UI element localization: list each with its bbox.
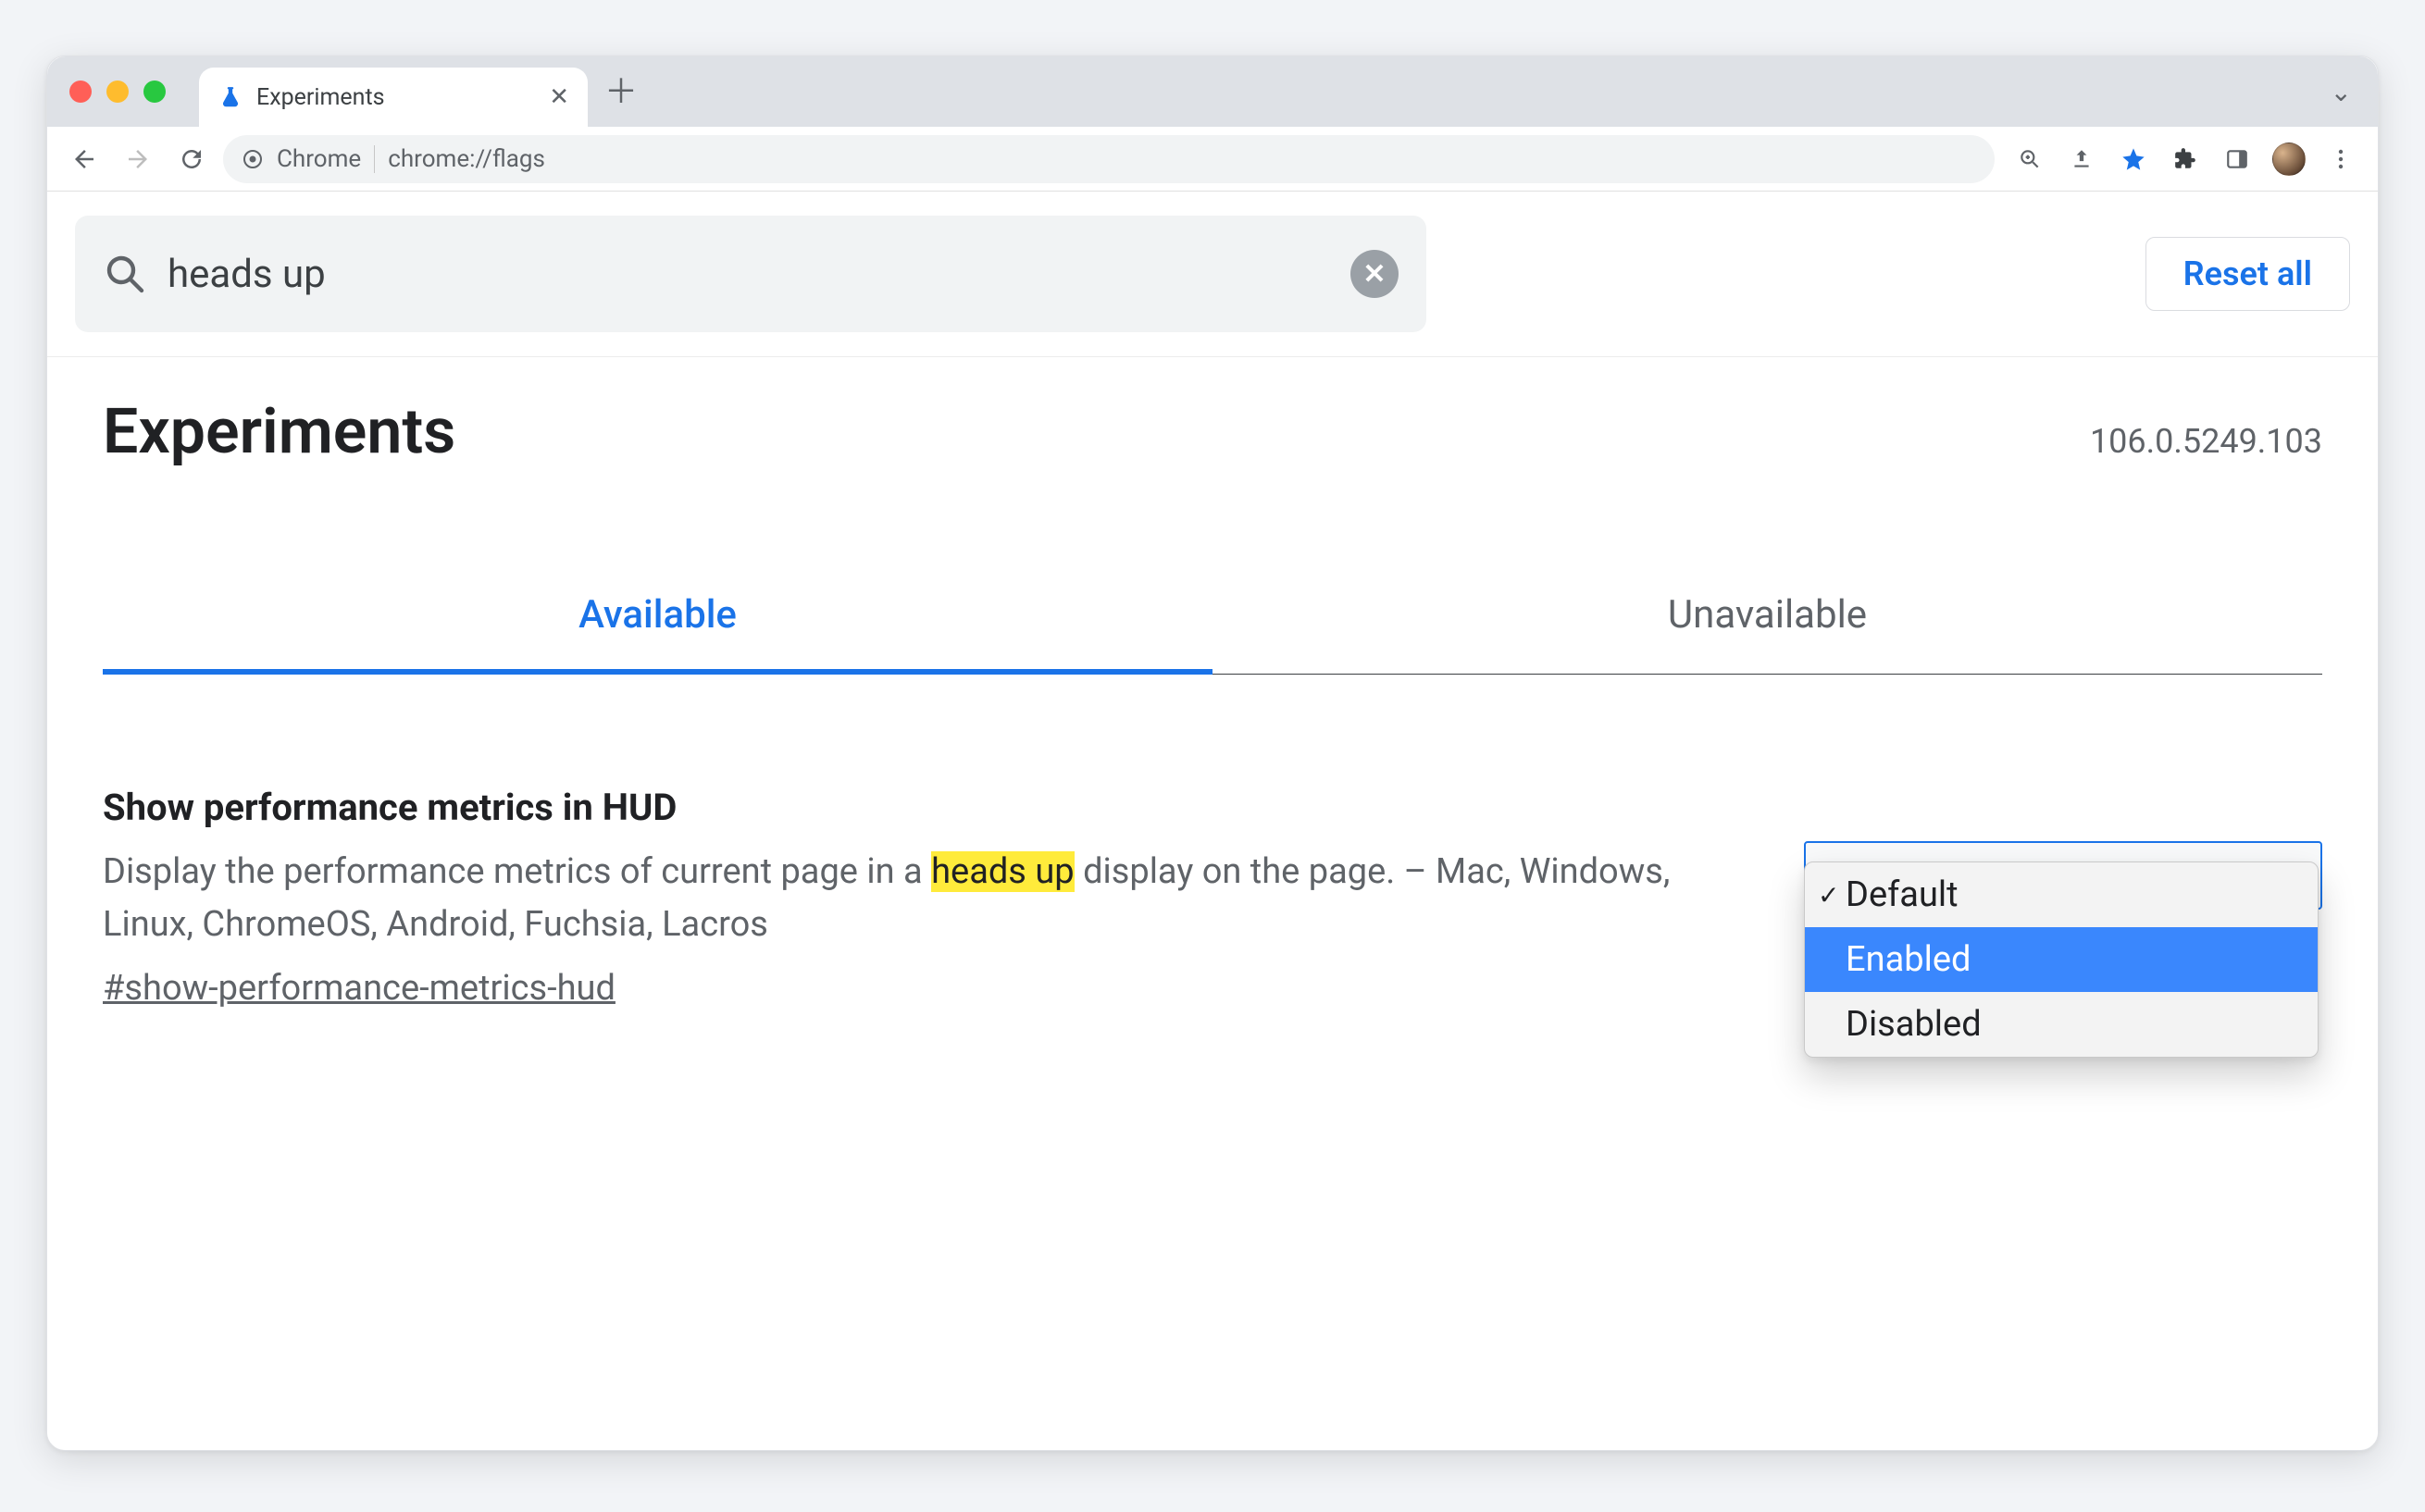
option-enabled[interactable]: Enabled — [1805, 927, 2318, 992]
close-window-icon[interactable] — [69, 81, 92, 103]
flag-desc-highlight: heads up — [931, 851, 1075, 892]
kebab-menu-icon[interactable] — [2319, 137, 2363, 181]
flag-row: Show performance metrics in HUD Display … — [103, 786, 2322, 1009]
clear-search-icon[interactable]: ✕ — [1350, 250, 1399, 298]
sidepanel-icon[interactable] — [2215, 137, 2259, 181]
omnibox-divider — [374, 145, 375, 173]
share-icon[interactable] — [2059, 137, 2104, 181]
content: Experiments 106.0.5249.103 Available Una… — [47, 357, 2378, 1083]
tab-list-chevron-icon[interactable]: ⌄ — [2321, 71, 2361, 113]
option-disabled[interactable]: Disabled — [1805, 992, 2318, 1057]
minimize-window-icon[interactable] — [106, 81, 129, 103]
maximize-window-icon[interactable] — [143, 81, 166, 103]
browser-window: Experiments ✕ ＋ ⌄ Chrome chrome://flags — [46, 56, 2379, 1451]
zoom-icon[interactable] — [2008, 137, 2052, 181]
flag-description: Display the performance metrics of curre… — [103, 846, 1767, 951]
flag-desc-before: Display the performance metrics of curre… — [103, 851, 931, 892]
browser-tab[interactable]: Experiments ✕ — [199, 68, 588, 127]
reload-button[interactable] — [169, 137, 214, 181]
window-controls — [69, 81, 166, 103]
tabs: Available Unavailable — [103, 561, 2322, 675]
flag-dropdown: ✓ Default Enabled Disabled — [1804, 861, 2319, 1058]
reset-all-button[interactable]: Reset all — [2145, 237, 2350, 311]
tab-title: Experiments — [256, 84, 385, 111]
tab-strip: Experiments ✕ ＋ ⌄ — [47, 56, 2378, 127]
search-row: heads up ✕ Reset all — [47, 192, 2378, 357]
version-label: 106.0.5249.103 — [2090, 422, 2322, 461]
new-tab-button[interactable]: ＋ — [604, 75, 638, 108]
option-default[interactable]: ✓ Default — [1805, 862, 2318, 927]
omnibox[interactable]: Chrome chrome://flags — [223, 135, 1995, 183]
option-enabled-label: Enabled — [1846, 939, 1971, 980]
check-icon: ✓ — [1818, 880, 1839, 911]
flask-icon — [218, 84, 243, 110]
toolbar: Chrome chrome://flags — [47, 127, 2378, 192]
toolbar-actions — [2008, 137, 2363, 181]
omnibox-chip-label: Chrome — [277, 145, 361, 173]
forward-button[interactable] — [116, 137, 160, 181]
page-title: Experiments — [103, 394, 455, 468]
omnibox-url: chrome://flags — [388, 145, 545, 173]
avatar[interactable] — [2267, 137, 2311, 181]
option-disabled-label: Disabled — [1846, 1004, 1982, 1045]
tab-available[interactable]: Available — [103, 561, 1212, 675]
page-body: heads up ✕ Reset all Experiments 106.0.5… — [47, 192, 2378, 1450]
flag-select[interactable]: ✓ Default Enabled Disabled — [1804, 841, 2322, 910]
tab-available-label: Available — [578, 592, 737, 638]
search-icon — [103, 252, 147, 296]
bookmark-star-icon[interactable] — [2111, 137, 2156, 181]
tab-unavailable[interactable]: Unavailable — [1212, 561, 2322, 674]
reset-all-label: Reset all — [2183, 254, 2312, 293]
option-default-label: Default — [1846, 874, 1959, 915]
flag-title: Show performance metrics in HUD — [103, 786, 1767, 829]
close-tab-icon[interactable]: ✕ — [549, 85, 569, 109]
extensions-icon[interactable] — [2163, 137, 2207, 181]
search-value: heads up — [168, 252, 1330, 297]
chrome-chip-icon — [242, 148, 264, 170]
flag-text: Show performance metrics in HUD Display … — [103, 786, 1767, 1009]
tab-unavailable-label: Unavailable — [1668, 592, 1867, 638]
search-input[interactable]: heads up ✕ — [75, 216, 1426, 332]
back-button[interactable] — [62, 137, 106, 181]
flag-anchor-link[interactable]: #show-performance-metrics-hud — [103, 968, 1767, 1009]
